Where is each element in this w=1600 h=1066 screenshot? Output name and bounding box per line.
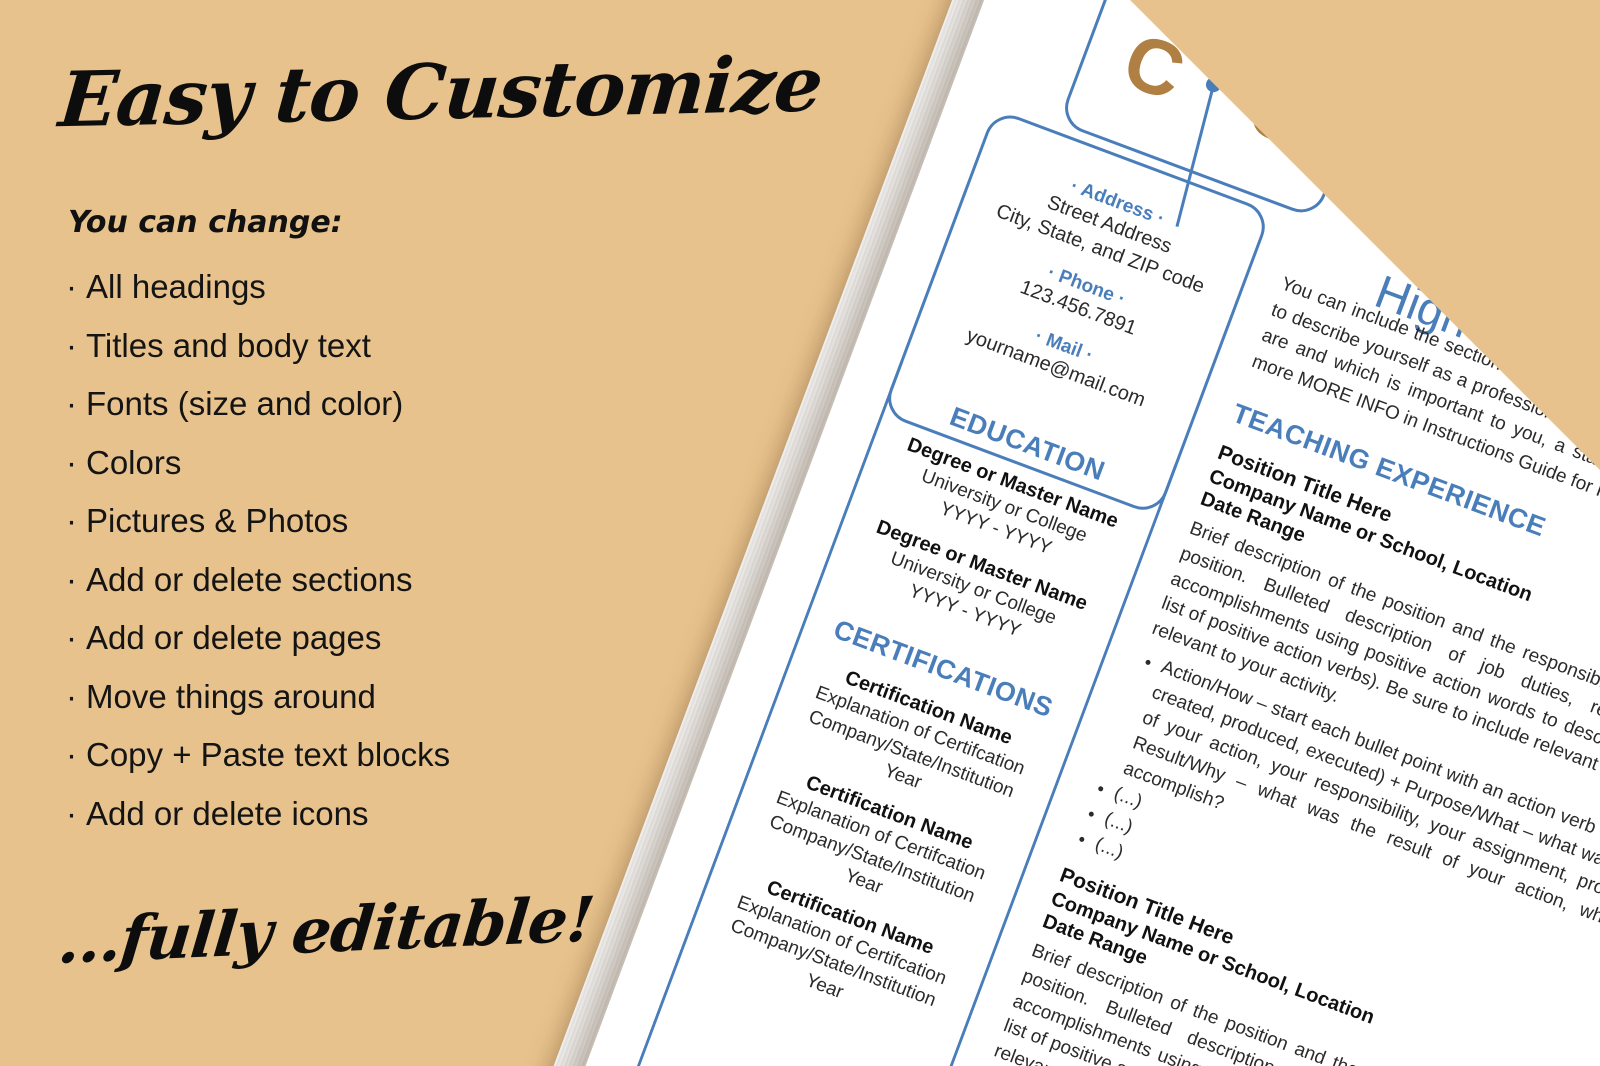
promo-list-item: · Move things around (66, 668, 626, 727)
promo-panel: Easy to Customize You can change: · All h… (0, 0, 826, 1066)
list-bullet-icon: · (66, 736, 77, 773)
list-bullet-icon: · (66, 794, 77, 832)
promo-list-item: · Add or delete icons (66, 785, 626, 844)
list-bullet-icon: · (66, 677, 77, 715)
promo-list-item-label: Copy + Paste text blocks (86, 736, 451, 773)
promo-list-item-label: Colors (86, 443, 182, 481)
promo-footer: ...fully editable! (55, 882, 597, 978)
promo-list-item: · Pictures & Photos (66, 492, 626, 551)
promo-feature-list: · All headings · Titles and body text · Fonts… (66, 258, 626, 843)
list-bullet-icon: · (66, 443, 77, 481)
list-bullet-icon: · (66, 326, 77, 364)
promo-list-item: · Add or delete pages (66, 609, 626, 668)
promo-list-item: · Titles and body text (66, 317, 626, 376)
list-bullet-icon: · (66, 619, 77, 656)
promo-list-item: · Fonts (size and color) (66, 375, 626, 434)
promo-canvas: C S CLARA High School T · Address · Stre… (0, 0, 1600, 1066)
promo-list-item-label: Add or delete icons (86, 794, 369, 832)
promo-list-item-label: Pictures & Photos (86, 502, 349, 539)
promo-list-item-label: Fonts (size and color) (86, 385, 404, 422)
promo-list-item: · All headings (66, 258, 626, 317)
promo-list-item: · Colors (66, 434, 626, 493)
promo-list-item: · Copy + Paste text blocks (66, 726, 626, 785)
list-bullet-icon: · (66, 268, 77, 305)
list-bullet-icon: · (66, 502, 77, 539)
list-bullet-icon: · (66, 385, 77, 422)
certification-entries: Certification Name Explanation of Certifc… (699, 652, 1053, 1044)
promo-list-item-label: Titles and body text (86, 326, 371, 364)
promo-list-item-label: All headings (86, 268, 266, 305)
promo-list-item: · Add or delete sections (66, 551, 626, 610)
promo-title: Easy to Customize (55, 39, 826, 145)
list-bullet-icon: · (66, 560, 77, 598)
promo-list-item-label: Move things around (86, 677, 376, 715)
promo-list-item-label: Add or delete pages (86, 619, 382, 656)
promo-list-item-label: Add or delete sections (86, 560, 413, 598)
promo-subtitle: You can change: (68, 205, 343, 240)
background-wedge (1130, 0, 1600, 470)
